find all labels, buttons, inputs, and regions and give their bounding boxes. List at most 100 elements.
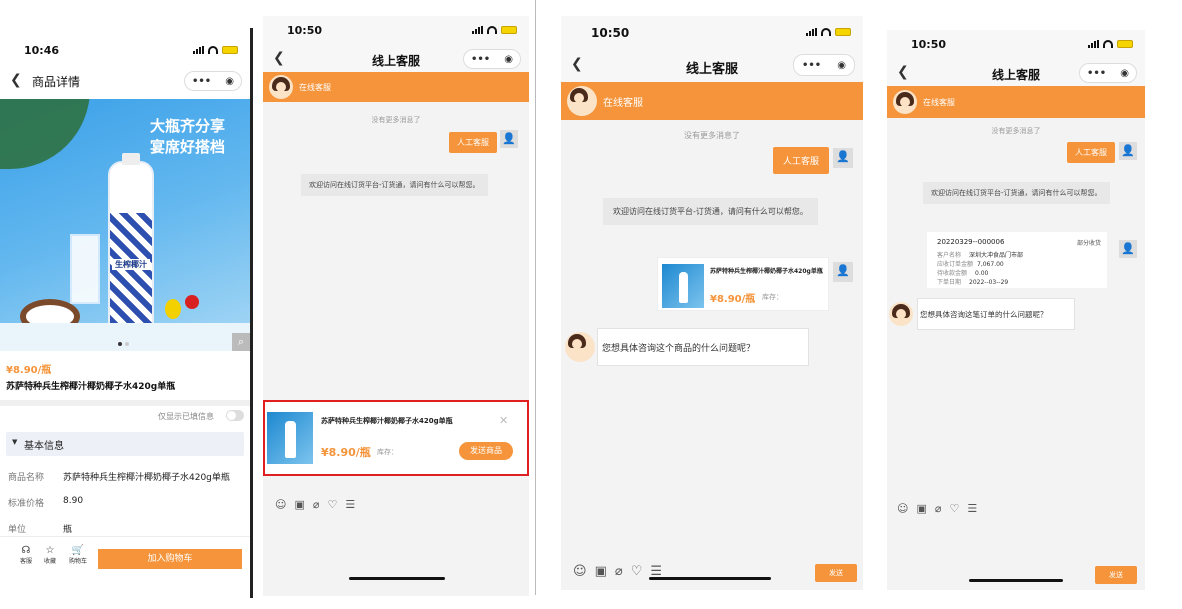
- fruit-red: [185, 295, 199, 309]
- user-avatar-icon: 👤: [1119, 240, 1137, 258]
- image-icon[interactable]: ▣: [595, 564, 607, 579]
- navbar: ❮ 线上客服 ••• ◉: [263, 44, 529, 74]
- zoom-icon[interactable]: ⌕: [232, 333, 250, 351]
- mini-program-capsule[interactable]: ••• ◉: [1079, 63, 1137, 83]
- phone-chat-product-sent: 10:50 ❮ 线上客服 ••• ◉ 在线客服 没有更多消息了 人工客服 👤 欢迎…: [561, 16, 863, 590]
- status-time: 10:50: [287, 24, 323, 37]
- no-more-messages: 没有更多消息了: [991, 127, 1041, 135]
- user-message-bubble: 人工客服: [773, 147, 830, 174]
- filled-only-toggle[interactable]: [226, 410, 244, 421]
- close-circle-icon[interactable]: ◉: [225, 76, 234, 87]
- emoji-icon[interactable]: ☺: [573, 564, 587, 579]
- close-panel-icon[interactable]: ✕: [499, 414, 508, 427]
- mini-program-capsule[interactable]: ••• ◉: [463, 49, 521, 69]
- more-icon[interactable]: •••: [192, 76, 211, 87]
- home-indicator: [349, 577, 445, 580]
- close-circle-icon[interactable]: ◉: [837, 60, 846, 71]
- info-key: 商品名称: [8, 473, 45, 483]
- user-message-bubble: 人工客服: [449, 132, 497, 153]
- info-key: 单位: [8, 525, 27, 535]
- sent-order-card[interactable]: 20220329--000006 部分收货 客户名称 深圳大冲食品门市部 应收订单…: [927, 232, 1107, 288]
- send-button[interactable]: 发送: [815, 564, 857, 582]
- battery-icon: [835, 28, 851, 36]
- info-value: 瓶: [63, 525, 73, 535]
- attachment-icon[interactable]: ⌀: [615, 564, 623, 579]
- tab-customer-service[interactable]: ☊ 客服: [16, 545, 36, 565]
- no-more-messages: 没有更多消息了: [371, 116, 421, 124]
- tab-favorite[interactable]: ☆ 收藏: [40, 545, 60, 565]
- status-icons: [1088, 40, 1133, 48]
- favorite-icon[interactable]: ♡: [631, 564, 643, 579]
- order-icon[interactable]: ☰: [345, 498, 355, 511]
- divider: [250, 28, 253, 598]
- navbar: ❮ 商品详情 ••• ◉: [0, 66, 250, 96]
- user-avatar-icon: 👤: [500, 130, 518, 148]
- section-gap: [0, 400, 250, 406]
- info-row: 单位 瓶: [8, 522, 244, 535]
- carousel-dots: [118, 342, 129, 346]
- divider: [535, 0, 536, 595]
- signal-icon: [1088, 40, 1099, 48]
- order-value: 深圳大冲食品门市部: [969, 252, 1024, 259]
- attachment-icon[interactable]: ⌀: [313, 498, 320, 511]
- filled-only-toggle-label: 仅显示已填信息: [158, 412, 214, 421]
- battery-icon: [501, 26, 517, 34]
- close-circle-icon[interactable]: ◉: [1120, 68, 1129, 79]
- order-value: 0.00: [975, 270, 989, 277]
- info-row: 商品名称 苏萨特种兵生榨椰汁椰奶椰子水420g单瓶: [8, 470, 244, 483]
- bottle-cap: [122, 153, 140, 165]
- status-icons: [193, 46, 238, 54]
- product-banner[interactable]: 大瓶齐分享 宴席好搭档 生榨椰汁 ⌕: [0, 99, 250, 351]
- order-value: 7,067.00: [977, 261, 1004, 268]
- order-row: 待收款金额 0.00: [937, 268, 988, 277]
- mini-program-capsule[interactable]: ••• ◉: [184, 71, 242, 91]
- status-time: 10:50: [911, 38, 947, 51]
- status-time: 10:46: [24, 44, 60, 57]
- product-price: ¥8.90/瓶: [321, 446, 371, 459]
- phone-product-detail: 10:46 ❮ 商品详情 ••• ◉ 大瓶齐分享 宴席好搭档 生榨椰汁 ⌕ ¥8.…: [0, 36, 250, 598]
- status-bar: 10:50: [887, 30, 1145, 58]
- status-bar: 10:46: [0, 36, 250, 64]
- product-thumbnail: [267, 412, 313, 464]
- favorite-icon[interactable]: ♡: [328, 498, 338, 511]
- glass-of-milk: [70, 234, 100, 304]
- order-row: 下单日期 2022--03--29: [937, 277, 1008, 286]
- tab-cart[interactable]: 🛒 购物车: [66, 545, 90, 565]
- chat-toolbar: ☺ ▣ ⌀ ♡ ☰: [897, 502, 977, 515]
- emoji-icon[interactable]: ☺: [897, 502, 908, 515]
- product-price: ¥8.90/瓶: [710, 294, 756, 305]
- product-title: 苏萨特种兵生榨椰汁椰奶椰子水420g单瓶: [321, 417, 453, 425]
- image-icon[interactable]: ▣: [916, 502, 926, 515]
- emoji-icon[interactable]: ☺: [275, 498, 286, 511]
- info-key: 标准价格: [8, 499, 45, 509]
- more-icon[interactable]: •••: [471, 54, 490, 65]
- favorite-icon[interactable]: ♡: [950, 502, 960, 515]
- back-icon[interactable]: ❮: [10, 72, 22, 88]
- more-icon[interactable]: •••: [802, 60, 821, 71]
- order-icon[interactable]: ☰: [967, 502, 977, 515]
- basic-info-section-header[interactable]: ▼ 基本信息: [6, 432, 244, 456]
- more-icon[interactable]: •••: [1087, 68, 1106, 79]
- palm-leaf-decoration: [0, 99, 90, 169]
- mini-program-capsule[interactable]: ••• ◉: [793, 54, 855, 76]
- sent-product-card[interactable]: 苏萨特种兵生榨椰汁椰奶椰子水420g单瓶 ¥8.90/瓶 库存：: [657, 257, 829, 311]
- image-icon[interactable]: ▣: [294, 498, 304, 511]
- add-to-cart-button[interactable]: 加入购物车: [98, 549, 242, 569]
- agent-header: 在线客服: [263, 72, 529, 102]
- bottle-image: 生榨椰汁: [108, 153, 154, 341]
- attachment-icon[interactable]: ⌀: [935, 502, 942, 515]
- status-icons: [472, 26, 517, 34]
- agent-name: 在线客服: [603, 97, 643, 109]
- product-price: ¥8.90/瓶: [6, 365, 52, 376]
- user-avatar-icon: 👤: [833, 262, 853, 282]
- agent-name: 在线客服: [299, 82, 331, 92]
- close-circle-icon[interactable]: ◉: [504, 54, 513, 65]
- send-product-button[interactable]: 发送商品: [459, 442, 513, 460]
- collapse-icon: ▼: [12, 438, 18, 446]
- status-bar: 10:50: [263, 16, 529, 44]
- order-number: 20220329--000006: [937, 238, 1005, 246]
- send-button[interactable]: 发送: [1095, 566, 1137, 584]
- banner-headline-2: 宴席好搭档: [150, 138, 226, 156]
- info-value: 苏萨特种兵生榨椰汁椰奶椰子水420g单瓶: [63, 473, 230, 483]
- status-time: 10:50: [591, 26, 630, 40]
